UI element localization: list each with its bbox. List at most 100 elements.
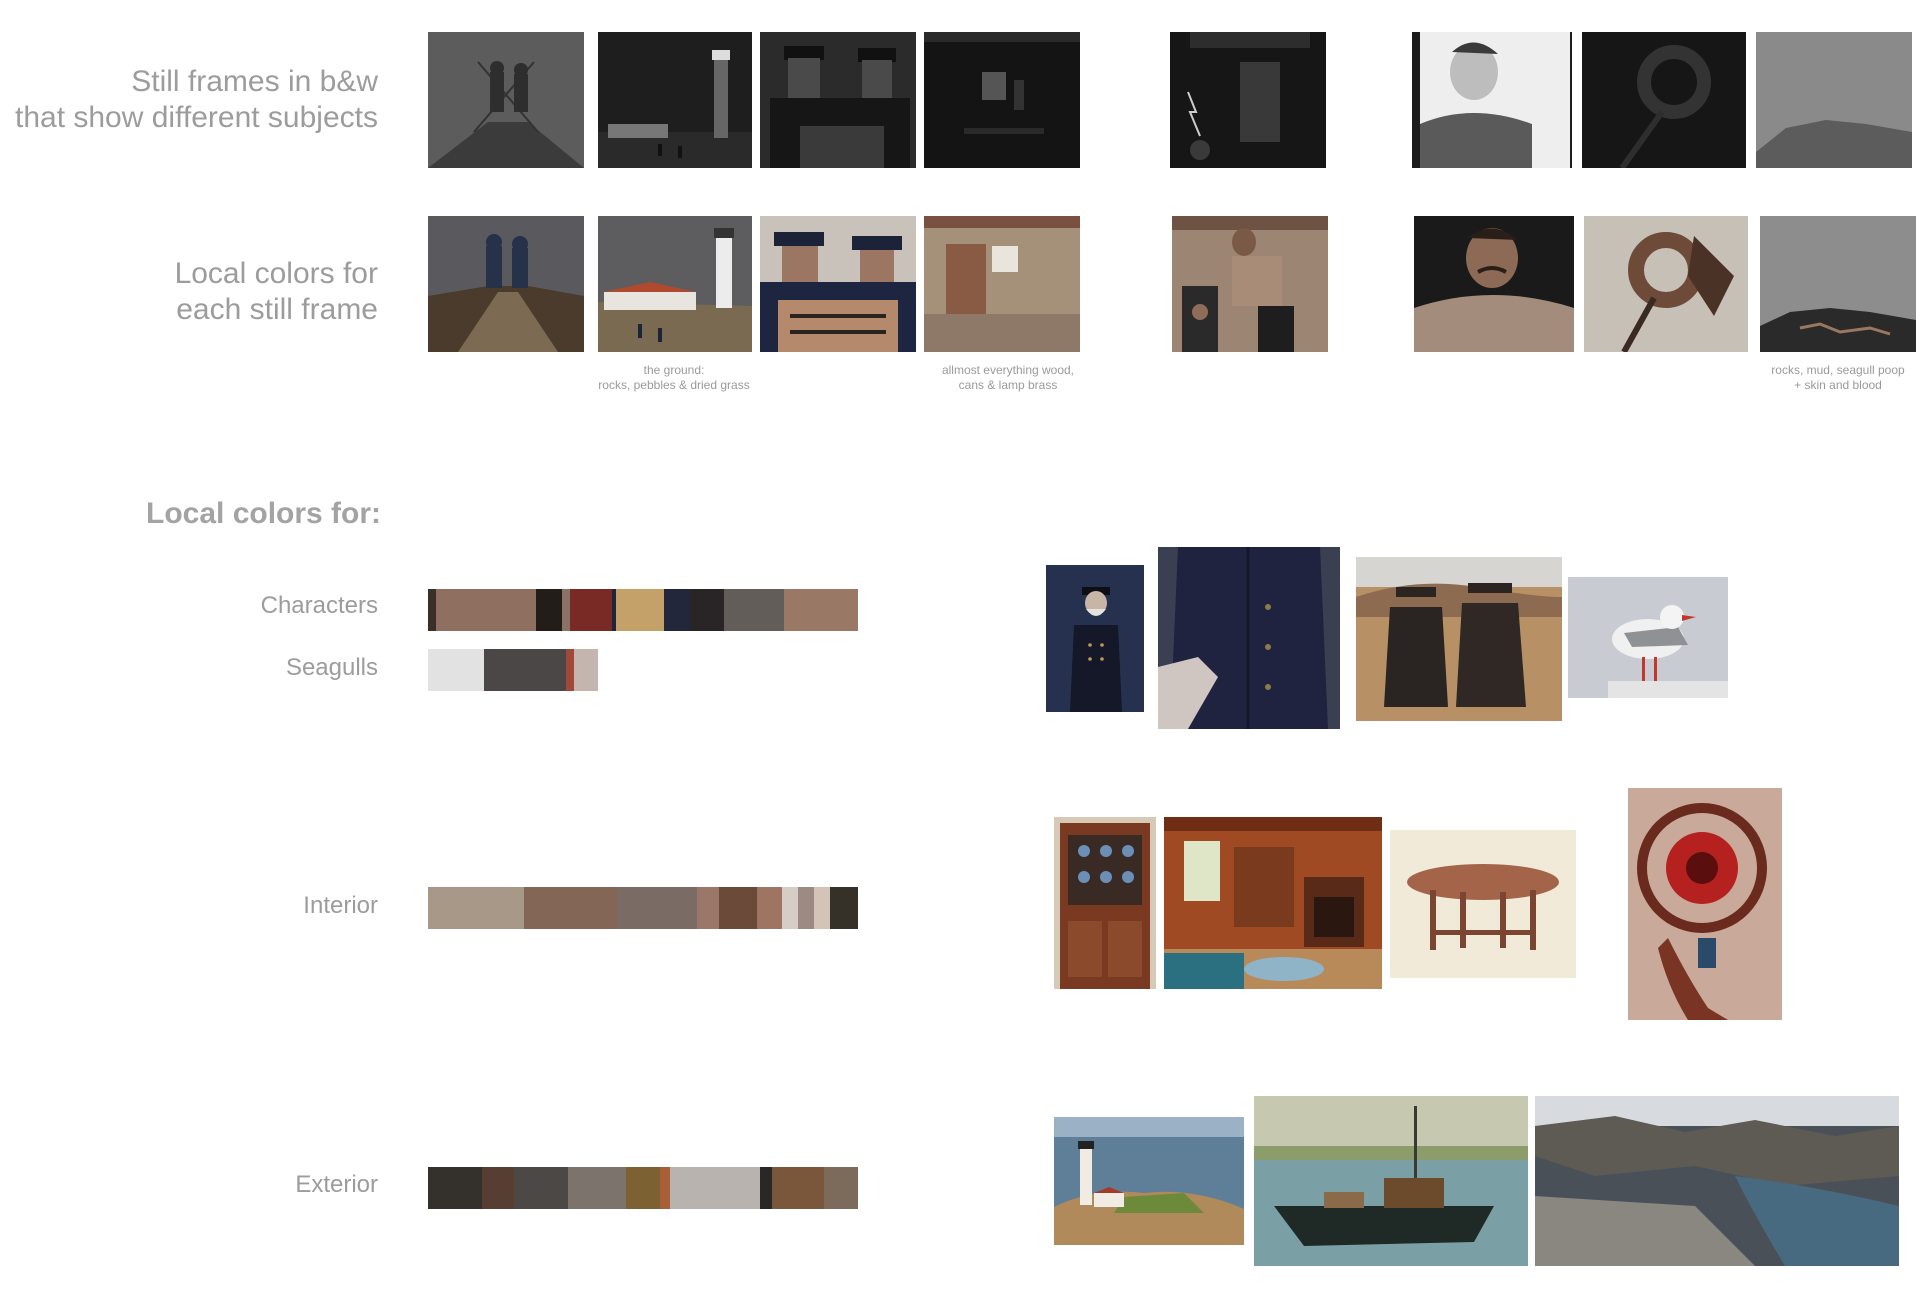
photo-lighthouse-island	[1054, 1117, 1244, 1245]
seagulls-swatch	[428, 649, 484, 691]
section-title: Local colors for:	[146, 497, 382, 530]
interior-swatch	[781, 887, 798, 929]
characters-palette	[428, 589, 858, 631]
caption-ground: the ground: rocks, pebbles & dried grass	[598, 363, 750, 392]
frame-color-lighthouse	[598, 216, 752, 352]
characters-swatch	[570, 589, 612, 631]
exterior-swatch	[823, 1167, 858, 1209]
seagulls-swatch	[566, 649, 574, 691]
interior-swatch	[757, 887, 782, 929]
lighthouse-night-icon	[598, 32, 752, 168]
photo-spiral-staircase	[1628, 788, 1782, 1020]
colonial-room-icon	[1164, 817, 1382, 989]
exterior-swatch	[482, 1167, 514, 1209]
frame-bw-lightning	[1170, 32, 1326, 168]
frame-color-interior	[924, 216, 1080, 352]
interior-swatch	[428, 887, 525, 929]
interior-swatch	[719, 887, 758, 929]
characters-swatch	[536, 589, 562, 631]
characters-swatch	[852, 589, 858, 631]
two-keepers-bw-icon	[760, 32, 916, 168]
color-row-label: Local colors for each still frame	[174, 257, 378, 326]
interior-swatch	[524, 887, 617, 929]
exterior-swatch	[428, 1167, 482, 1209]
frame-bw-interior	[924, 32, 1080, 168]
interior-swatch	[813, 887, 830, 929]
interior-palette	[428, 887, 858, 929]
dark-interior-icon	[924, 32, 1080, 168]
exterior-label: Exterior	[295, 1171, 378, 1198]
frame-bw-shore	[1756, 32, 1912, 168]
exterior-palette	[428, 1167, 858, 1209]
characters-swatch	[690, 589, 724, 631]
rocky-shore-icon	[1760, 216, 1916, 352]
lighthouse-island-icon	[1054, 1117, 1244, 1245]
seagull-icon	[1568, 577, 1728, 698]
photo-dish-hutch	[1054, 817, 1156, 989]
characters-swatch	[562, 589, 570, 631]
interior-swatch	[797, 887, 814, 929]
characters-swatch	[616, 589, 664, 631]
interior-wood-icon	[924, 216, 1080, 352]
interior-swatch	[616, 887, 698, 929]
misty-shore-icon	[1756, 32, 1912, 168]
interior-swatch	[829, 887, 858, 929]
exterior-swatch	[626, 1167, 660, 1209]
characters-swatch	[482, 589, 536, 631]
seagulls-swatch	[484, 649, 566, 691]
boat-bow-color-icon	[428, 216, 584, 352]
seagulls-palette	[428, 649, 598, 691]
boat-bow-silhouettes-icon	[428, 32, 584, 168]
frame-color-shore	[1760, 216, 1916, 352]
caption-rocks: rocks, mud, seagull poop + skin and bloo…	[1771, 363, 1905, 392]
frame-bw-portrait	[1412, 32, 1572, 168]
two-keepers-color-icon	[760, 216, 916, 352]
rocky-coast-icon	[1535, 1096, 1899, 1266]
characters-swatch	[436, 589, 482, 631]
frame-color-rope	[1584, 216, 1748, 352]
interior-label: Interior	[303, 892, 378, 919]
exterior-swatch	[514, 1167, 568, 1209]
frame-bw-boat	[428, 32, 584, 168]
lighthouse-color-icon	[598, 216, 752, 352]
characters-swatch	[428, 589, 436, 631]
spiral-staircase-icon	[1628, 788, 1782, 1020]
photo-two-men-oilskins	[1356, 557, 1562, 721]
man-portrait-bw-icon	[1412, 32, 1572, 168]
fishing-boat-icon	[1254, 1096, 1528, 1266]
man-portrait-color-icon	[1414, 216, 1574, 352]
frame-color-portrait	[1414, 216, 1574, 352]
photo-sea-captain	[1046, 565, 1144, 712]
frame-color-keepers	[760, 216, 916, 352]
exterior-swatch	[759, 1167, 772, 1209]
frame-bw-keepers	[760, 32, 916, 168]
photo-fishing-boat	[1254, 1096, 1528, 1266]
navy-coat-icon	[1158, 547, 1340, 729]
photo-gateleg-table	[1390, 830, 1576, 978]
rope-coil-color-icon	[1584, 216, 1748, 352]
exterior-swatch	[771, 1167, 824, 1209]
lightning-figure-icon	[1170, 32, 1326, 168]
man-at-stove-icon	[1172, 216, 1328, 352]
interior-swatch	[697, 887, 720, 929]
caption-wood: allmost everything wood, cans & lamp bra…	[941, 363, 1075, 392]
sea-captain-icon	[1046, 565, 1144, 712]
characters-swatch	[724, 589, 784, 631]
seagulls-swatch	[573, 649, 598, 691]
seagulls-label: Seagulls	[285, 654, 378, 681]
photo-colonial-room	[1164, 817, 1382, 989]
exterior-swatch	[669, 1167, 760, 1209]
frame-bw-lighthouse	[598, 32, 752, 168]
photo-seagull	[1568, 577, 1728, 698]
frame-color-stove	[1172, 216, 1328, 352]
characters-label: Characters	[260, 592, 378, 619]
dish-hutch-icon	[1054, 817, 1156, 989]
gateleg-table-icon	[1390, 830, 1576, 978]
characters-swatch	[784, 589, 852, 631]
bw-row-label: Still frames in b&w that show different …	[15, 65, 378, 134]
rope-coil-dark-icon	[1582, 32, 1746, 168]
characters-swatch	[664, 589, 690, 631]
frame-color-boat	[428, 216, 584, 352]
photo-rocky-coast	[1535, 1096, 1899, 1266]
exterior-swatch	[660, 1167, 670, 1209]
